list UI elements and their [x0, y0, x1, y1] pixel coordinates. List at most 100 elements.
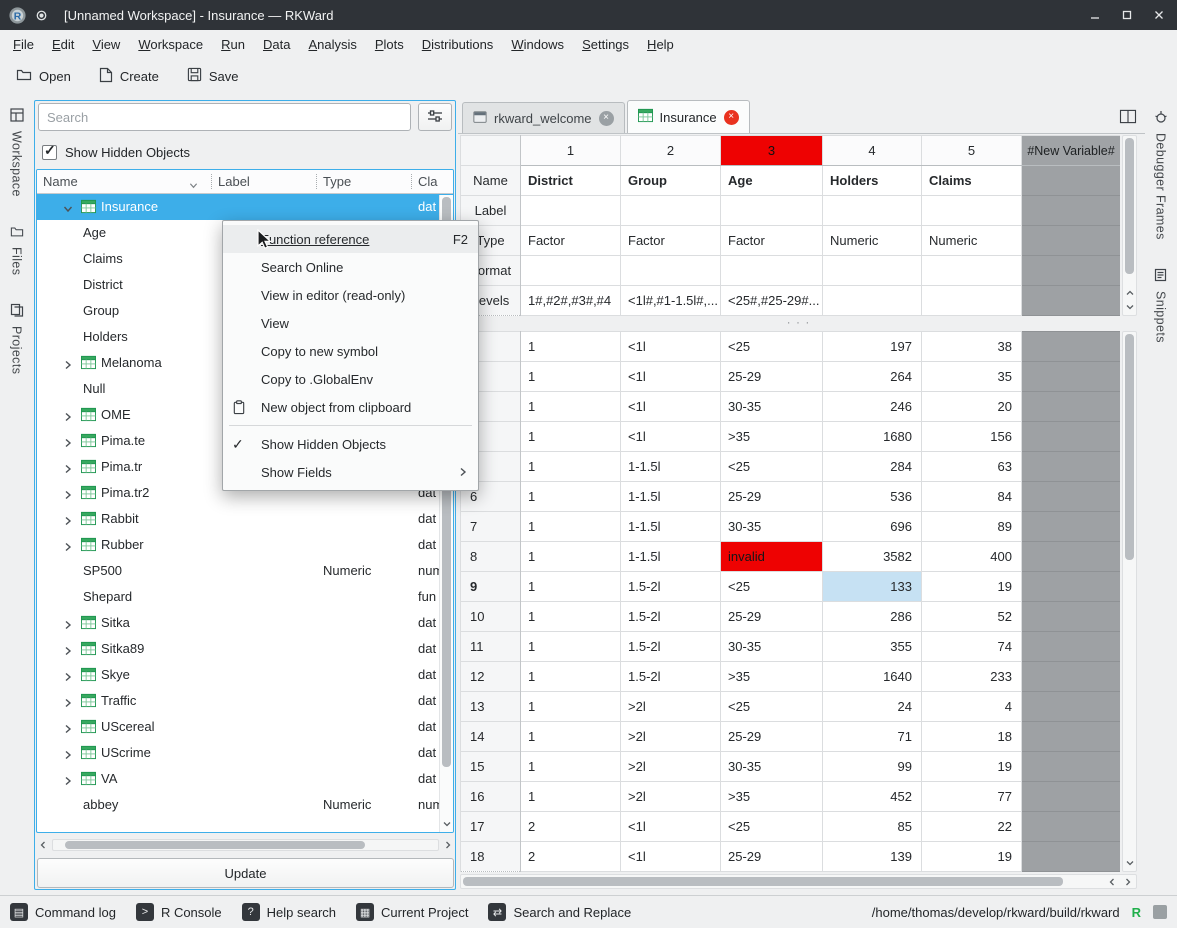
data-cell[interactable]: 1-1.5l: [621, 452, 721, 482]
data-cell[interactable]: 30-35: [721, 752, 823, 782]
expand-icon[interactable]: [63, 358, 73, 373]
status-button-search-and-replace[interactable]: ⇄Search and Replace: [488, 903, 631, 921]
meta-cell[interactable]: Claims: [922, 166, 1022, 196]
column-header-2[interactable]: 2: [621, 136, 721, 166]
data-cell[interactable]: 1.5-2l: [621, 572, 721, 602]
meta-cell[interactable]: [721, 196, 823, 226]
menu-item-copy-to-new-symbol[interactable]: Copy to new symbol: [223, 337, 478, 365]
dock-tab-projects[interactable]: Projects: [0, 303, 33, 374]
scroll-left-icon[interactable]: [1104, 875, 1119, 888]
editor-splitter[interactable]: [460, 317, 1137, 330]
row-header-17[interactable]: 17: [461, 812, 521, 842]
row-header-11[interactable]: 11: [461, 632, 521, 662]
scroll-left-icon[interactable]: [36, 838, 50, 852]
menu-item-view[interactable]: View: [223, 309, 478, 337]
data-cell[interactable]: >2l: [621, 692, 721, 722]
data-cell[interactable]: >2l: [621, 782, 721, 812]
new-variable-cell[interactable]: [1022, 332, 1121, 362]
data-cell[interactable]: invalid: [721, 542, 823, 572]
menu-view[interactable]: View: [83, 34, 129, 55]
data-cell[interactable]: 1: [521, 632, 621, 662]
meta-cell[interactable]: <25#,#25-29#...: [721, 286, 823, 316]
data-cell[interactable]: 4: [922, 692, 1022, 722]
data-cell[interactable]: 1: [521, 662, 621, 692]
data-cell[interactable]: 1: [521, 722, 621, 752]
expand-icon[interactable]: [63, 540, 73, 555]
update-button[interactable]: Update: [37, 858, 454, 888]
tree-item-sp500[interactable]: SP500Numericnum: [37, 558, 453, 584]
data-cell[interactable]: 400: [922, 542, 1022, 572]
data-cell[interactable]: 89: [922, 512, 1022, 542]
new-variable-cell[interactable]: [1022, 286, 1121, 316]
close-button[interactable]: [1149, 5, 1169, 25]
meta-cell[interactable]: [521, 196, 621, 226]
data-cell[interactable]: 25-29: [721, 842, 823, 872]
new-variable-cell[interactable]: [1022, 422, 1121, 452]
scroll-right-icon[interactable]: [441, 838, 455, 852]
open-button[interactable]: Open: [16, 67, 71, 85]
menu-analysis[interactable]: Analysis: [299, 34, 365, 55]
scroll-up-icon[interactable]: [1123, 286, 1136, 300]
data-cell[interactable]: 1-1.5l: [621, 542, 721, 572]
data-cell[interactable]: 452: [823, 782, 922, 812]
meta-cell[interactable]: Factor: [521, 226, 621, 256]
expand-icon[interactable]: [63, 722, 73, 737]
data-cell[interactable]: 1: [521, 482, 621, 512]
data-cell[interactable]: 1: [521, 752, 621, 782]
scroll-right-icon[interactable]: [1120, 875, 1135, 888]
row-header-15[interactable]: 15: [461, 752, 521, 782]
tree-item-insurance[interactable]: Insurancedat: [37, 194, 453, 220]
data-cell[interactable]: <25: [721, 332, 823, 362]
data-cell[interactable]: 24: [823, 692, 922, 722]
new-variable-cell[interactable]: [1022, 722, 1121, 752]
data-cell[interactable]: 1: [521, 782, 621, 812]
data-cell[interactable]: 1.5-2l: [621, 632, 721, 662]
new-variable-cell[interactable]: [1022, 512, 1121, 542]
dock-tab-workspace[interactable]: Workspace: [0, 108, 33, 197]
data-cell[interactable]: 25-29: [721, 602, 823, 632]
column-header-5[interactable]: 5: [922, 136, 1022, 166]
tree-item-rabbit[interactable]: Rabbitdat: [37, 506, 453, 532]
tree-column-type[interactable]: Type: [323, 174, 351, 189]
scrollbar-thumb[interactable]: [1125, 334, 1134, 560]
new-variable-cell[interactable]: [1022, 482, 1121, 512]
menu-item-view-in-editor-read-only[interactable]: View in editor (read-only): [223, 281, 478, 309]
meta-cell[interactable]: [922, 256, 1022, 286]
data-cell[interactable]: >35: [721, 782, 823, 812]
row-header-13[interactable]: 13: [461, 692, 521, 722]
dock-tab-debugger-frames[interactable]: Debugger Frames: [1144, 110, 1177, 240]
data-cell[interactable]: 1680: [823, 422, 922, 452]
data-cell[interactable]: 30-35: [721, 632, 823, 662]
meta-cell[interactable]: Numeric: [823, 226, 922, 256]
minimize-button[interactable]: [1085, 5, 1105, 25]
column-header-new-variable[interactable]: #New Variable#: [1022, 136, 1121, 166]
expand-icon[interactable]: [63, 410, 73, 425]
data-cell[interactable]: 74: [922, 632, 1022, 662]
data-cell[interactable]: >2l: [621, 752, 721, 782]
scroll-down-icon[interactable]: [440, 817, 454, 831]
row-header-12[interactable]: 12: [461, 662, 521, 692]
data-cell[interactable]: 38: [922, 332, 1022, 362]
menu-item-new-object-from-clipboard[interactable]: New object from clipboard: [223, 393, 478, 421]
tree-item-uscrime[interactable]: UScrimedat: [37, 740, 453, 766]
new-variable-cell[interactable]: [1022, 632, 1121, 662]
meta-cell[interactable]: [721, 256, 823, 286]
new-variable-cell[interactable]: [1022, 692, 1121, 722]
data-cell[interactable]: <1l: [621, 362, 721, 392]
new-variable-cell[interactable]: [1022, 542, 1121, 572]
data-cell[interactable]: 1: [521, 452, 621, 482]
meta-cell[interactable]: Holders: [823, 166, 922, 196]
data-cell[interactable]: 133: [823, 572, 922, 602]
tree-horizontal-scrollbar[interactable]: [36, 838, 455, 852]
tree-item-traffic[interactable]: Trafficdat: [37, 688, 453, 714]
data-cell[interactable]: >2l: [621, 722, 721, 752]
menu-run[interactable]: Run: [212, 34, 254, 55]
new-variable-cell[interactable]: [1022, 812, 1121, 842]
collapse-icon[interactable]: [63, 202, 73, 217]
data-cell[interactable]: 246: [823, 392, 922, 422]
new-variable-cell[interactable]: [1022, 572, 1121, 602]
data-cell[interactable]: 30-35: [721, 392, 823, 422]
data-cell[interactable]: 25-29: [721, 482, 823, 512]
save-button[interactable]: Save: [187, 67, 239, 85]
data-cell[interactable]: >35: [721, 662, 823, 692]
